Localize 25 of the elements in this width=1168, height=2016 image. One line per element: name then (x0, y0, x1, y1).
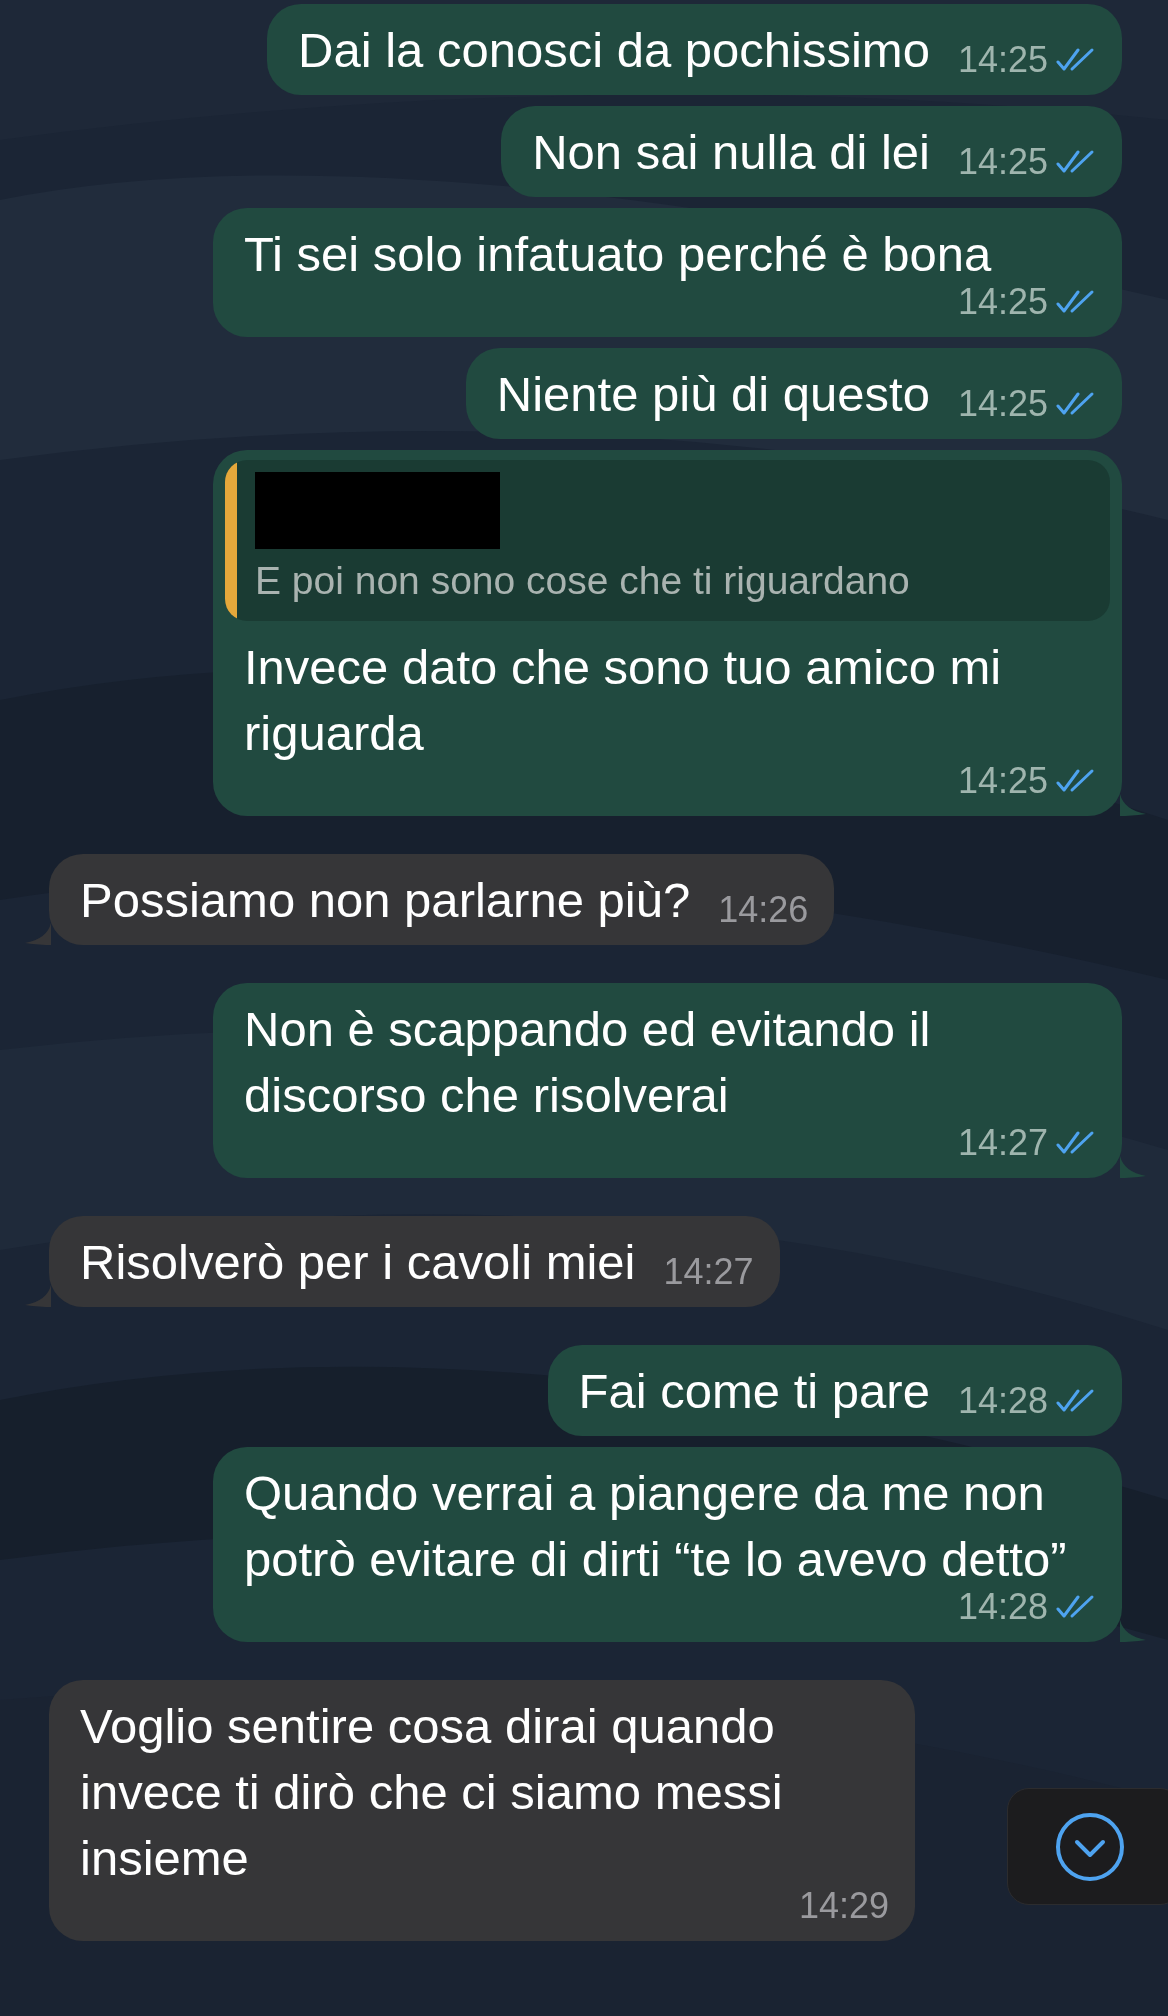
message-text: Voglio sentire cosa dirai quando invece ti dirò che ci siamo messi insieme (80, 1698, 784, 1887)
message-text: Fai come ti pare (578, 1363, 930, 1420)
message-time: 14:27 (663, 1251, 754, 1293)
message-time: 14:27 (957, 1122, 1048, 1164)
message-time: 14:25 (957, 39, 1048, 81)
message-text: Niente più di questo (496, 366, 930, 423)
message-time: 14:25 (957, 141, 1048, 183)
message-text: Non sai nulla di lei (532, 124, 930, 181)
message-text: Invece dato che sono tuo amico mi riguarda (244, 639, 1003, 762)
message-text: Risolverò per i cavoli miei (80, 1234, 636, 1291)
message-time: 14:26 (718, 889, 809, 931)
message-time: 14:28 (957, 1586, 1048, 1628)
message-time: 14:29 (798, 1885, 889, 1927)
message-text: Quando verrai a piangere da me non potrò evitare di dirti “te lo avevo detto” (244, 1465, 1068, 1588)
message-text: Ti sei solo infatuato perché è bona (244, 226, 992, 283)
message-time: 14:28 (957, 1380, 1048, 1422)
chevron-down-icon (1055, 1811, 1125, 1882)
scroll-down-button[interactable] (1007, 1788, 1168, 1905)
message-time: 14:25 (957, 760, 1048, 802)
message-time: 14:25 (957, 383, 1048, 425)
message-text: Dai la conosci da pochissimo (298, 22, 930, 79)
quoted-text: E poi non sono cose che ti riguardano (255, 558, 910, 604)
message-text: Possiamo non parlarne più? (80, 872, 691, 929)
message-time: 14:25 (957, 281, 1048, 323)
message-text: Non è scappando ed evitando il discorso che risolverai (244, 1001, 932, 1124)
